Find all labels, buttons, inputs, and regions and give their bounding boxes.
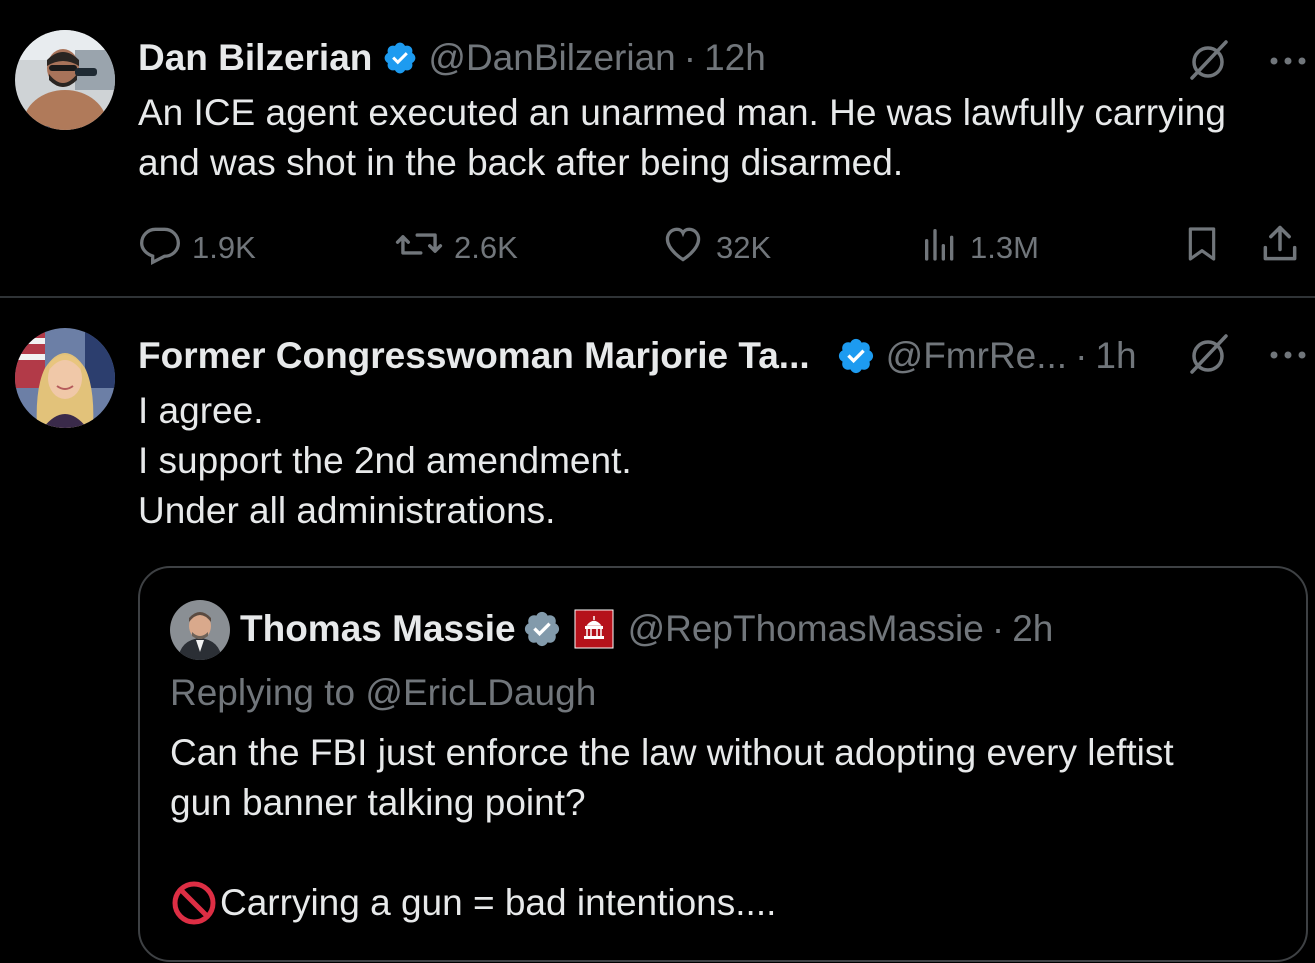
grok-icon[interactable] (1186, 330, 1234, 383)
more-icon[interactable] (1268, 54, 1308, 72)
separator-dot: · (1075, 335, 1088, 376)
quoted-tweet-last-line: Carrying a gun = bad intentions.... (170, 878, 776, 928)
author-name[interactable]: Former Congresswoman Marjorie Ta... (138, 334, 810, 378)
avatar[interactable] (15, 30, 115, 130)
tweet-header: Former Congresswoman Marjorie Ta... @Fmr… (138, 334, 1137, 378)
like-button[interactable]: 32K (660, 222, 771, 274)
tweet-top-actions (1186, 36, 1308, 89)
grok-icon[interactable] (1186, 36, 1234, 89)
verified-badge-icon[interactable] (382, 40, 418, 76)
tweet-text-line: Under all administrations. (138, 490, 556, 531)
author-handle[interactable]: @DanBilzerian (428, 36, 675, 80)
reply-button[interactable]: 1.9K (138, 222, 256, 274)
bookmark-button[interactable] (1182, 222, 1222, 274)
replying-to[interactable]: Replying to @EricLDaugh (170, 668, 596, 718)
like-count: 32K (716, 230, 772, 265)
separator-dot: · (991, 608, 1005, 649)
verified-gray-badge-icon[interactable] (522, 609, 562, 649)
verified-badge-icon[interactable] (836, 336, 876, 376)
reply-icon (138, 222, 182, 274)
quoted-tweet-text: Can the FBI just enforce the law without… (170, 728, 1174, 828)
quoted-tweet[interactable]: Thomas Massie @RepThomasMassie · 2h Repl… (138, 566, 1308, 962)
author-handle[interactable]: @FmrRe... (886, 334, 1067, 378)
timeline-feed: Dan Bilzerian @DanBilzerian · 12h An ICE… (0, 0, 1315, 963)
reply-count: 1.9K (192, 230, 256, 265)
tweet-action-bar: 1.9K 2.6K 32K 1.3M (138, 222, 1308, 268)
timestamp[interactable]: 12h (704, 36, 766, 80)
tweet-text-line: An ICE agent executed an unarmed man. He… (138, 92, 1226, 133)
tweet-text-line: Carrying a gun = bad intentions.... (220, 882, 777, 923)
tweet-top-actions (1186, 330, 1308, 383)
timestamp[interactable]: 2h (1012, 604, 1053, 654)
like-icon (660, 222, 706, 274)
views-button[interactable]: 1.3M (920, 222, 1039, 274)
views-count: 1.3M (970, 230, 1039, 265)
author-handle[interactable]: @RepThomasMassie (628, 604, 984, 654)
author-name[interactable]: Thomas Massie (240, 604, 516, 654)
tweet-text: An ICE agent executed an unarmed man. He… (138, 88, 1226, 188)
tweet-text-line: I support the 2nd amendment. (138, 440, 632, 481)
repost-button[interactable]: 2.6K (394, 222, 518, 274)
prohibited-icon (170, 879, 218, 927)
quoted-tweet-header: Thomas Massie @RepThomasMassie · 2h (240, 604, 1053, 654)
tweet-text-line: and was shot in the back after being dis… (138, 142, 904, 183)
tweet-text-line: Can the FBI just enforce the law without… (170, 732, 1174, 773)
tweet-text: I agree. I support the 2nd amendment. Un… (138, 386, 632, 536)
gop-capitol-icon[interactable] (574, 609, 614, 649)
tweet-text-line: I agree. (138, 390, 264, 431)
bookmark-icon (1182, 222, 1222, 274)
share-button[interactable] (1258, 222, 1302, 274)
tweet[interactable]: Dan Bilzerian @DanBilzerian · 12h An ICE… (0, 0, 1315, 296)
separator-dot: · (683, 37, 697, 78)
more-icon[interactable] (1268, 348, 1308, 366)
views-icon (920, 222, 960, 274)
avatar[interactable] (170, 600, 230, 660)
share-icon (1258, 222, 1302, 274)
tweet[interactable]: Former Congresswoman Marjorie Ta... @Fmr… (0, 298, 1315, 963)
repost-count: 2.6K (454, 230, 518, 265)
repost-icon (394, 222, 444, 274)
author-name[interactable]: Dan Bilzerian (138, 36, 372, 80)
tweet-header: Dan Bilzerian @DanBilzerian · 12h (138, 36, 766, 80)
avatar[interactable] (15, 328, 115, 428)
timestamp[interactable]: 1h (1095, 334, 1136, 378)
tweet-text-line: gun banner talking point? (170, 782, 586, 823)
